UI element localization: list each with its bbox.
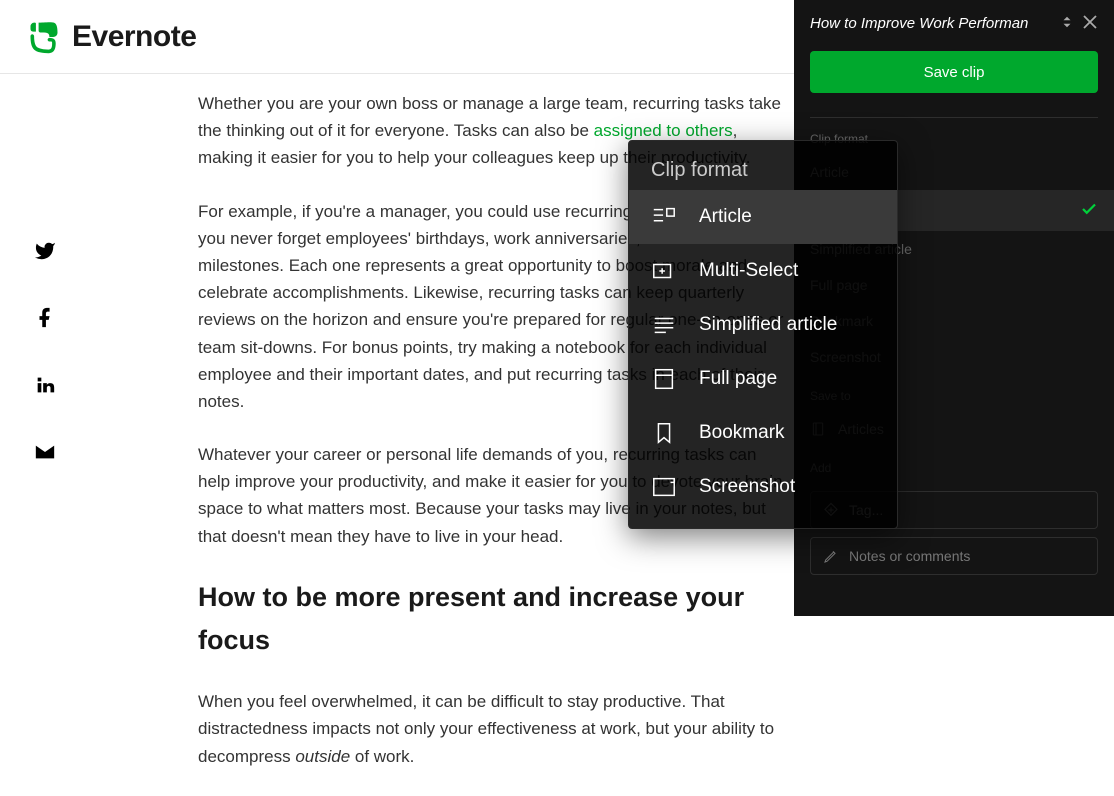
article-heading: How to be more present and increase your…	[198, 576, 790, 662]
pencil-icon	[823, 548, 839, 564]
article-text: of work.	[350, 747, 414, 766]
popover-option-bookmark[interactable]: Bookmark	[629, 406, 897, 460]
article-icon	[651, 204, 677, 230]
assigned-to-others-link[interactable]: assigned to others	[594, 121, 733, 140]
check-icon	[1080, 200, 1098, 221]
brand-logo[interactable]: Evernote	[26, 19, 196, 55]
popover-option-full-page[interactable]: Full page	[629, 352, 897, 406]
popover-option-label: Bookmark	[699, 422, 785, 444]
article-text-italic: outside	[295, 747, 350, 766]
facebook-icon[interactable]	[34, 307, 56, 334]
clipper-title: How to Improve Work Performan	[810, 15, 1052, 32]
clipper-header: How to Improve Work Performan	[794, 0, 1114, 51]
popover-option-label: Multi-Select	[699, 260, 798, 282]
bookmark-icon	[651, 420, 677, 446]
popover-option-article[interactable]: Article	[629, 190, 897, 244]
twitter-icon[interactable]	[34, 240, 56, 267]
simplified-icon	[651, 312, 677, 338]
email-icon[interactable]	[34, 441, 56, 468]
save-clip-button[interactable]: Save clip	[810, 51, 1098, 93]
popover-option-multi-select[interactable]: Multi-Select	[629, 244, 897, 298]
close-icon[interactable]	[1082, 14, 1098, 33]
full-page-icon	[651, 366, 677, 392]
popover-option-label: Article	[699, 206, 752, 228]
popover-option-label: Screenshot	[699, 476, 795, 498]
popover-option-label: Simplified article	[699, 314, 837, 336]
evernote-elephant-icon	[26, 19, 62, 55]
notes-input[interactable]: Notes or comments	[810, 537, 1098, 575]
sort-icon[interactable]	[1060, 15, 1074, 32]
linkedin-icon[interactable]	[34, 374, 56, 401]
notes-placeholder: Notes or comments	[849, 548, 970, 564]
popover-option-label: Full page	[699, 368, 777, 390]
popover-option-simplified[interactable]: Simplified article	[629, 298, 897, 352]
clip-format-popover: Clip format Article Multi-Select Simplif…	[628, 140, 898, 529]
social-share-rail	[0, 90, 90, 796]
popover-title: Clip format	[629, 141, 897, 190]
brand-name: Evernote	[72, 20, 196, 54]
multi-select-icon	[651, 258, 677, 284]
popover-option-screenshot[interactable]: Screenshot	[629, 460, 897, 514]
article-text: When you feel overwhelmed, it can be dif…	[198, 692, 774, 765]
article-paragraph: When you feel overwhelmed, it can be dif…	[198, 688, 790, 770]
screenshot-icon	[651, 474, 677, 500]
